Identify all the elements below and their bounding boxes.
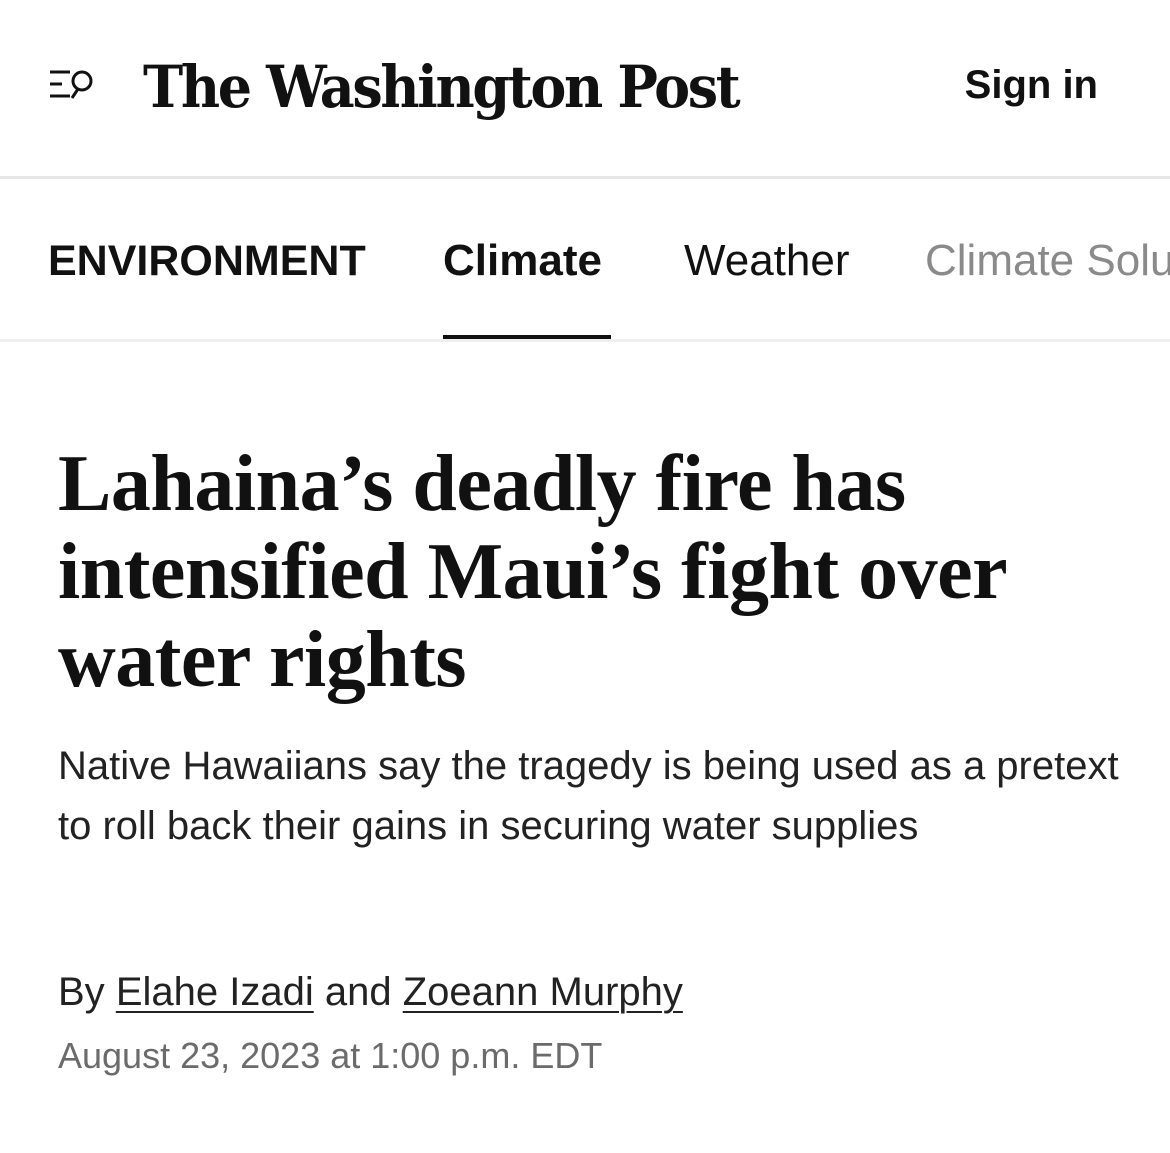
masthead-logo[interactable]: The Washington Post — [143, 42, 741, 132]
author-link-zoeann-murphy[interactable]: Zoeann Murphy — [403, 970, 683, 1014]
sign-in-button[interactable]: Sign in — [965, 60, 1098, 110]
publish-date: August 23, 2023 at 1:00 p.m. EDT — [58, 1035, 603, 1076]
active-tab-indicator — [443, 335, 611, 339]
nav-tab-climate-solutions[interactable]: Climate Solu — [925, 231, 1170, 291]
section-label-environment[interactable]: ENVIRONMENT — [48, 231, 366, 291]
section-nav: ENVIRONMENT Climate Weather Climate Solu — [0, 179, 1170, 342]
author-link-elahe-izadi[interactable]: Elahe Izadi — [116, 970, 314, 1014]
article-subheadline: Native Hawaiians say the tragedy is bein… — [58, 744, 1119, 848]
byline-prefix: By — [58, 970, 105, 1014]
menu-search-icon[interactable] — [48, 66, 98, 106]
byline-conjunction: and — [324, 970, 392, 1014]
byline: By Elahe Izadi and Zoeann Murphy — [58, 962, 683, 1022]
article-headline: Lahaina’s deadly fire has intensified Ma… — [58, 440, 1006, 704]
nav-tab-weather[interactable]: Weather — [684, 231, 850, 291]
nav-tab-climate[interactable]: Climate — [443, 231, 602, 291]
site-header: The Washington Post Sign in — [0, 0, 1170, 179]
